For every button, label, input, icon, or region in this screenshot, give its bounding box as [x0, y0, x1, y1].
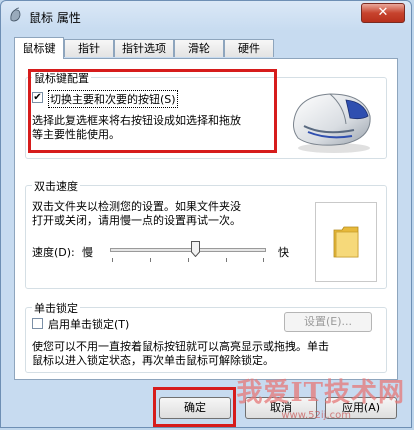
double-click-title: 双击速度 — [32, 178, 80, 194]
watermark-url: www.52ij.com — [281, 410, 351, 421]
mouse-icon — [10, 7, 21, 22]
slider-tick — [226, 258, 227, 262]
button-config-description-2: 等主要性能使用。 — [32, 128, 120, 141]
tab-panel: 鼠标键配置 ✔ 切换主要和次要的按钮(S) 选择此复选框来将右按钮设成如选择和拖… — [14, 58, 398, 380]
slider-tick — [188, 258, 189, 262]
click-lock-checkbox[interactable] — [32, 318, 43, 329]
window-title: 鼠标 属性 — [29, 11, 81, 25]
slider-tick — [112, 258, 113, 262]
mouse-illustration-icon — [293, 93, 371, 153]
double-click-description-2: 打开或关闭，请用慢一点的设置再试一次。 — [32, 214, 241, 227]
mouse-properties-dialog: 鼠标 属性 ✕ 鼠标键 指针 指针选项 滑轮 硬件 鼠标键配置 ✔ 切换主要和次… — [0, 0, 412, 428]
ok-button[interactable]: 确定 — [159, 397, 231, 419]
click-lock-settings-button[interactable]: 设置(E)... — [284, 312, 372, 332]
tab-wheel[interactable]: 滑轮 — [174, 39, 224, 57]
click-lock-group: 单击锁定 启用单击锁定(T) 设置(E)... 使您可以不用一直按着鼠标按钮就可… — [25, 300, 387, 373]
slider-tick — [263, 258, 264, 262]
folder-icon[interactable] — [333, 224, 359, 258]
speed-slider[interactable] — [110, 238, 266, 264]
tab-pointer-options[interactable]: 指针选项 — [114, 39, 174, 57]
switch-buttons-label[interactable]: 切换主要和次要的按钮(S) — [48, 90, 178, 108]
tab-hardware[interactable]: 硬件 — [224, 39, 274, 57]
test-area[interactable] — [315, 202, 377, 282]
button-config-title: 鼠标键配置 — [32, 70, 91, 86]
watermark-text: 我爱IT技术网 — [236, 378, 405, 408]
speed-label: 速度(D): — [32, 246, 75, 259]
tab-mouse-buttons[interactable]: 鼠标键 — [14, 37, 64, 59]
tab-pointers[interactable]: 指针 — [64, 39, 114, 57]
slider-tick — [150, 258, 151, 262]
slider-track — [110, 248, 266, 252]
click-lock-title: 单击锁定 — [32, 300, 80, 316]
click-lock-label[interactable]: 启用单击锁定(T) — [48, 316, 129, 332]
fast-label: 快 — [278, 246, 289, 259]
button-config-group: 鼠标键配置 ✔ 切换主要和次要的按钮(S) 选择此复选框来将右按钮设成如选择和拖… — [25, 70, 387, 159]
double-click-group: 双击速度 双击文件夹以检测您的设置。如果文件夹没 打开或关闭，请用慢一点的设置再… — [25, 178, 387, 289]
switch-buttons-checkbox[interactable]: ✔ — [32, 92, 43, 103]
slow-label: 慢 — [82, 246, 93, 259]
close-button[interactable]: ✕ — [361, 3, 405, 23]
slider-thumb[interactable] — [190, 241, 200, 257]
title-bar[interactable]: 鼠标 属性 ✕ — [1, 1, 411, 31]
click-lock-description-2: 鼠标以进入锁定状态，再次单击鼠标可解除锁定。 — [32, 354, 274, 367]
